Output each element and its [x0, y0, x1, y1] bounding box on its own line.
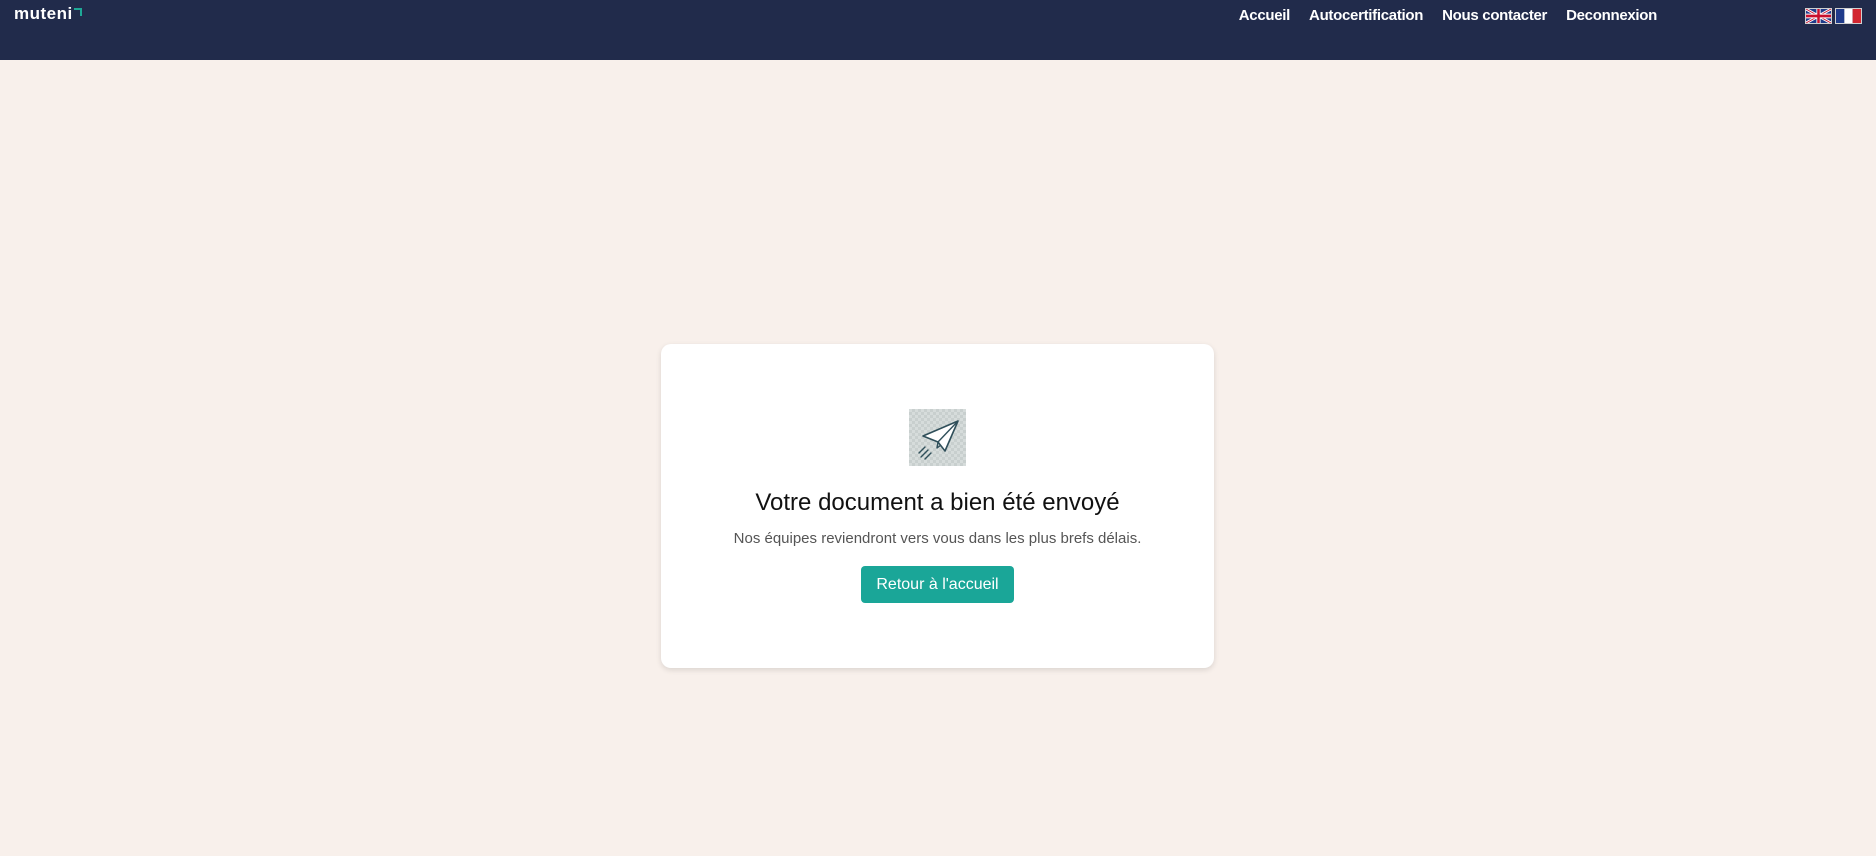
french-flag-icon[interactable]	[1835, 8, 1862, 24]
muteni-logo[interactable]: muteni	[14, 4, 82, 24]
logo-text: muteni	[14, 4, 73, 23]
nav-item-accueil[interactable]: Accueil	[1239, 7, 1291, 24]
nav-item-autocertification[interactable]: Autocertification	[1309, 7, 1423, 24]
language-switcher	[1805, 8, 1862, 24]
english-flag-icon[interactable]	[1805, 8, 1832, 24]
main-nav: Accueil Autocertification Nous contacter…	[1239, 7, 1658, 24]
paper-plane-icon	[909, 409, 966, 466]
nav-item-deconnexion[interactable]: Deconnexion	[1566, 7, 1657, 24]
confirmation-card: Votre document a bien été envoyé Nos équ…	[661, 344, 1214, 668]
logo-mark-icon	[73, 8, 82, 16]
nav-item-nous-contacter[interactable]: Nous contacter	[1442, 7, 1547, 24]
confirmation-message: Nos équipes reviendront vers vous dans l…	[733, 530, 1142, 547]
back-to-home-button[interactable]: Retour à l'accueil	[861, 566, 1014, 603]
confirmation-title: Votre document a bien été envoyé	[755, 489, 1120, 516]
top-navigation-bar: muteni Accueil Autocertification Nous co…	[0, 0, 1876, 60]
